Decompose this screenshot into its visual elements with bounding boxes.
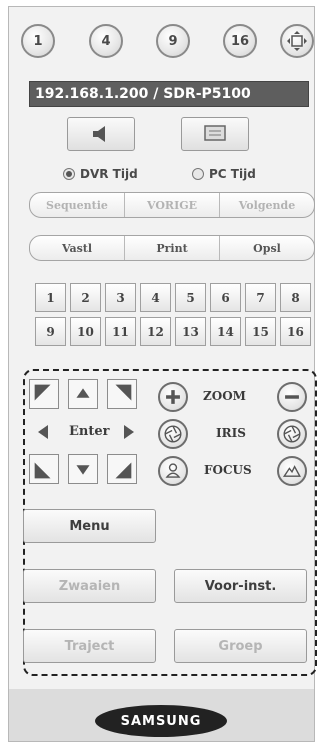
arrow-up-right-icon — [115, 384, 132, 401]
channel-button[interactable]: 11 — [105, 317, 136, 346]
arrow-down-right-icon — [115, 462, 132, 479]
zoom-in-button[interactable] — [158, 382, 188, 412]
group-button[interactable]: Groep — [174, 629, 307, 663]
zoom-out-button[interactable] — [277, 382, 307, 412]
enter-button[interactable]: Enter — [69, 424, 110, 439]
audio-button[interactable] — [67, 117, 135, 151]
iris-close-button[interactable] — [277, 419, 307, 449]
channel-button[interactable]: 13 — [175, 317, 206, 346]
view-9-button[interactable]: 9 — [156, 24, 190, 58]
pan-up-button[interactable] — [68, 379, 98, 409]
channel-button[interactable]: 3 — [105, 283, 136, 312]
focus-label: FOCUS — [204, 463, 252, 477]
iris-label: IRIS — [216, 426, 246, 440]
aperture-icon — [164, 425, 182, 443]
dvr-time-radio[interactable]: DVR Tijd — [63, 167, 138, 181]
connection-address: 192.168.1.200 / SDR-P5100 — [29, 81, 309, 107]
radio-selected-indicator — [63, 168, 75, 180]
monitor-icon — [204, 125, 226, 141]
plus-icon — [166, 390, 180, 404]
samsung-logo: SAMSUNG — [95, 705, 227, 737]
channel-button[interactable]: 6 — [210, 283, 241, 312]
aperture-icon — [283, 425, 301, 443]
pc-time-radio[interactable]: PC Tijd — [192, 167, 256, 181]
minus-icon — [285, 395, 299, 399]
control-panel: 1 4 9 16 192.168.1.200 / SDR-P5100 DVR T… — [8, 6, 317, 742]
channel-button[interactable]: 12 — [140, 317, 171, 346]
preset-button[interactable]: Voor-inst. — [174, 569, 307, 603]
focus-far-button[interactable] — [277, 456, 307, 486]
channel-button[interactable]: 2 — [70, 283, 101, 312]
view-1-button[interactable]: 1 — [21, 24, 55, 58]
pan-down-left-button[interactable] — [29, 454, 59, 484]
iris-open-button[interactable] — [158, 419, 188, 449]
dvr-time-label: DVR Tijd — [80, 167, 138, 181]
arrow-down-icon — [76, 465, 90, 475]
fullscreen-icon — [287, 31, 307, 51]
menu-button[interactable]: Menu — [23, 509, 156, 543]
freeze-button[interactable]: Vastl — [30, 236, 125, 260]
pc-time-label: PC Tijd — [209, 167, 256, 181]
footer: SAMSUNG — [9, 689, 314, 741]
arrow-down-left-icon — [34, 462, 51, 479]
person-icon — [165, 463, 181, 478]
previous-button[interactable]: VORIGE — [125, 193, 220, 217]
channel-button[interactable]: 16 — [280, 317, 311, 346]
pan-up-left-button[interactable] — [29, 379, 59, 409]
arrow-right-icon — [124, 425, 134, 439]
mountain-icon — [282, 465, 301, 477]
arrow-up-icon — [76, 388, 90, 398]
print-button[interactable]: Print — [125, 236, 220, 260]
zoom-label: ZOOM — [203, 389, 246, 403]
speaker-icon — [93, 126, 105, 142]
pan-left-button[interactable] — [29, 417, 59, 447]
channel-button[interactable]: 9 — [35, 317, 66, 346]
channel-button[interactable]: 14 — [210, 317, 241, 346]
arrow-up-left-icon — [34, 384, 51, 401]
view-16-button[interactable]: 16 — [223, 24, 257, 58]
next-button[interactable]: Volgende — [220, 193, 314, 217]
sequence-button[interactable]: Sequentie — [30, 193, 125, 217]
fullscreen-button[interactable] — [280, 24, 314, 58]
channel-grid: 1 2 3 4 5 6 7 8 9 10 11 12 13 14 15 16 — [35, 283, 315, 346]
channel-button[interactable]: 1 — [35, 283, 66, 312]
focus-near-button[interactable] — [158, 456, 188, 486]
action-button-group: Vastl Print Opsl — [29, 235, 315, 261]
channel-button[interactable]: 10 — [70, 317, 101, 346]
swing-button[interactable]: Zwaaien — [23, 569, 156, 603]
channel-button[interactable]: 7 — [245, 283, 276, 312]
monitor-button[interactable] — [181, 117, 249, 151]
channel-button[interactable]: 8 — [280, 283, 311, 312]
pan-up-right-button[interactable] — [107, 379, 137, 409]
view-4-button[interactable]: 4 — [89, 24, 123, 58]
arrow-left-icon — [38, 425, 48, 439]
trace-button[interactable]: Traject — [23, 629, 156, 663]
pan-right-button[interactable] — [113, 417, 143, 447]
playback-button-group: Sequentie VORIGE Volgende — [29, 192, 315, 218]
channel-button[interactable]: 15 — [245, 317, 276, 346]
channel-button[interactable]: 5 — [175, 283, 206, 312]
pan-down-button[interactable] — [68, 454, 98, 484]
pan-down-right-button[interactable] — [107, 454, 137, 484]
channel-button[interactable]: 4 — [140, 283, 171, 312]
save-button[interactable]: Opsl — [220, 236, 314, 260]
radio-unselected-indicator — [192, 168, 204, 180]
